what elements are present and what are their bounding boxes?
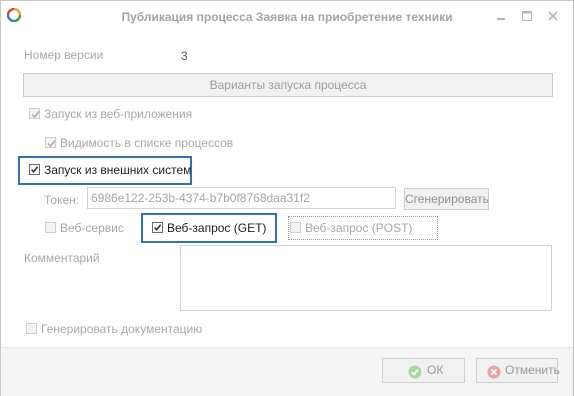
get-request-label: Веб-запрос (GET) <box>167 221 267 235</box>
version-label: Номер версии <box>24 48 104 62</box>
launch-options-header: Варианты запуска процесса <box>23 73 553 97</box>
ok-check-icon <box>408 364 422 379</box>
comment-label: Комментарий <box>24 251 100 265</box>
close-icon <box>548 11 558 21</box>
minimize-icon <box>497 18 505 20</box>
web-service-label: Веб-сервис <box>60 221 124 235</box>
web-service-checkbox[interactable] <box>45 222 56 233</box>
web-app-checkbox[interactable] <box>29 108 40 119</box>
get-request-checkbox[interactable] <box>152 222 163 233</box>
token-label: Токен: <box>44 193 80 207</box>
ok-label: ОК <box>427 363 444 377</box>
version-value: 3 <box>181 49 188 63</box>
web-app-label: Запуск из веб-приложения <box>44 107 193 121</box>
ok-button[interactable]: ОК <box>382 358 465 383</box>
external-systems-label: Запуск из внешних систем <box>44 163 192 177</box>
cancel-x-icon <box>487 364 501 379</box>
publish-process-dialog: Публикация процесса Заявка на приобретен… <box>0 0 574 396</box>
process-list-checkbox[interactable] <box>45 137 56 148</box>
external-systems-checkbox[interactable] <box>29 164 40 175</box>
maximize-icon <box>522 11 532 21</box>
token-input[interactable]: 6986e122-253b-4374-b7b0f8768daa31f2 <box>87 187 396 209</box>
post-request-label: Веб-запрос (POST) <box>305 221 413 235</box>
dialog-footer: ОК Отменить <box>1 347 573 396</box>
generate-docs-checkbox[interactable] <box>26 323 37 334</box>
process-list-label: Видимость в списке процессов <box>60 136 234 150</box>
cancel-label: Отменить <box>505 363 560 377</box>
generate-docs-label: Генерировать документацию <box>41 322 203 336</box>
title-bar: Публикация процесса Заявка на приобретен… <box>1 1 573 31</box>
window-title: Публикация процесса Заявка на приобретен… <box>121 10 453 24</box>
maximize-button[interactable] <box>520 9 534 23</box>
generate-token-button[interactable]: Сгенерировать <box>404 188 489 210</box>
post-request-checkbox[interactable] <box>290 222 301 233</box>
close-button[interactable] <box>546 9 560 23</box>
cancel-button[interactable]: Отменить <box>476 358 560 383</box>
comment-textarea[interactable] <box>180 245 552 311</box>
minimize-button[interactable] <box>494 9 508 23</box>
